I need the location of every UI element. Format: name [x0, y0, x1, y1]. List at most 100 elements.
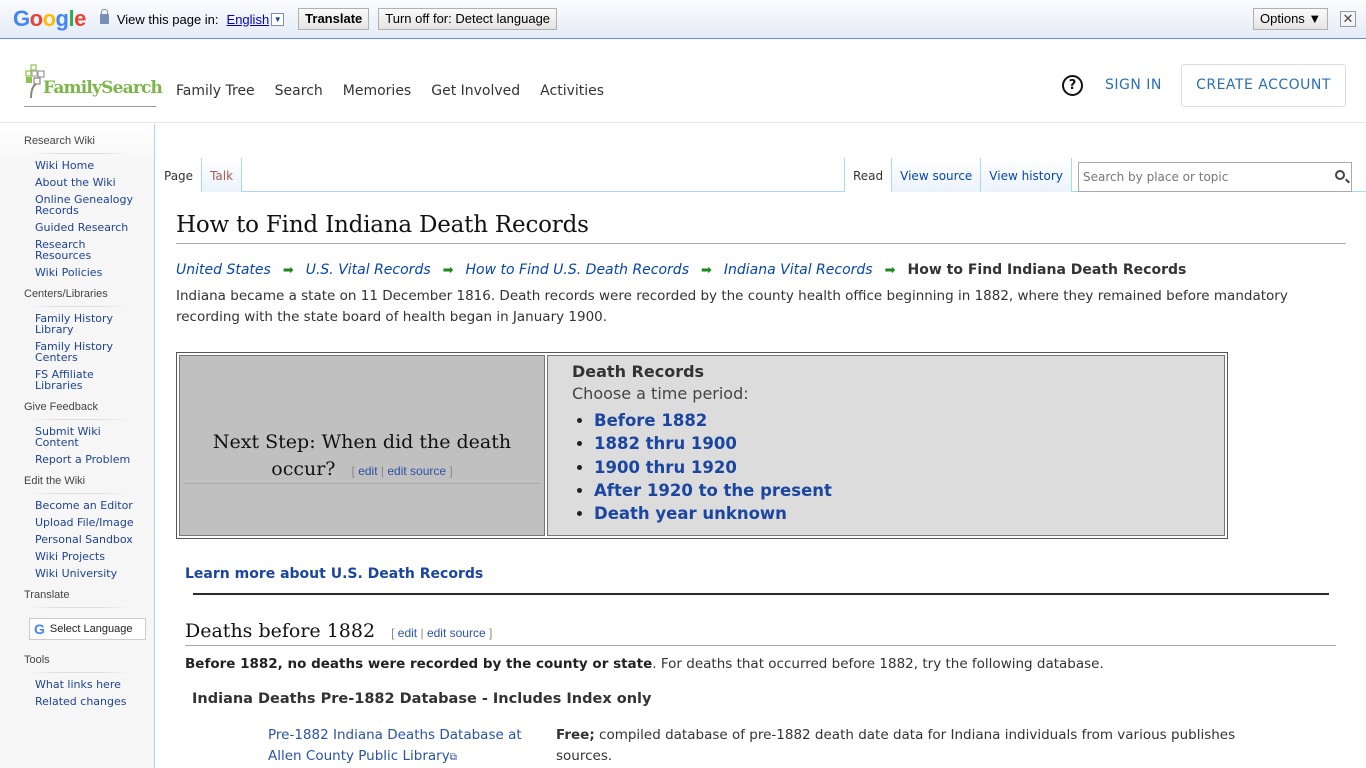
database-link-text[interactable]: Pre-1882 Indiana Deaths Database at Alle… — [268, 727, 522, 764]
breadcrumb-link[interactable]: Indiana Vital Records — [724, 262, 873, 278]
nav-family-tree[interactable]: Family Tree — [176, 83, 255, 99]
learn-more-link[interactable]: Learn more about U.S. Death Records — [185, 566, 483, 582]
site-header: FamilySearch Family Tree Search Memories… — [0, 40, 1366, 123]
select-language-label: Select Language — [49, 623, 133, 635]
search-icon[interactable] — [1335, 170, 1345, 180]
sidebar-heading: Tools — [24, 654, 134, 673]
list-item: 1882 thru 1900 — [594, 432, 1224, 455]
sidebar-item-what-links[interactable]: What links here — [35, 679, 135, 690]
view-tabs: Read View source View history — [844, 158, 1072, 192]
sidebar-item-upload[interactable]: Upload File/Image — [35, 517, 135, 528]
sidebar-item-fhl[interactable]: Family History Library — [35, 313, 135, 335]
section-heading: Deaths before 1882 [ edit | edit source … — [185, 620, 1336, 646]
create-account-button[interactable]: CREATE ACCOUNT — [1181, 64, 1346, 107]
translate-button[interactable]: Translate — [298, 8, 370, 30]
close-icon[interactable]: ✕ — [1340, 11, 1356, 27]
sidebar-item-university[interactable]: Wiki University — [35, 568, 135, 579]
period-link-1900-1920[interactable]: 1900 thru 1920 — [594, 458, 737, 477]
nav-memories[interactable]: Memories — [343, 83, 411, 99]
lock-icon — [99, 9, 109, 24]
sidebar-item-sandbox[interactable]: Personal Sandbox — [35, 534, 135, 545]
breadcrumb-current: How to Find Indiana Death Records — [907, 262, 1187, 278]
nav-get-involved[interactable]: Get Involved — [431, 83, 520, 99]
sidebar-item-about-wiki[interactable]: About the Wiki — [35, 177, 135, 188]
tab-view-history[interactable]: View history — [981, 158, 1072, 192]
search-placeholder: Search by place or topic — [1083, 170, 1229, 184]
sidebar-item-related-changes[interactable]: Related changes — [35, 696, 135, 707]
nav-activities[interactable]: Activities — [540, 83, 604, 99]
sidebar-tools: What links here Related changes — [35, 679, 154, 707]
breadcrumb-link[interactable]: How to Find U.S. Death Records — [466, 262, 689, 278]
sidebar-heading: Centers/Libraries — [24, 288, 134, 307]
time-period-chooser: Next Step: When did the death occur? [ e… — [176, 352, 1228, 539]
sidebar: Research Wiki Wiki Home About the Wiki O… — [0, 124, 155, 768]
sidebar-heading: Edit the Wiki — [24, 475, 134, 494]
sidebar-item-become-editor[interactable]: Become an Editor — [35, 500, 135, 511]
google-g-icon: G — [34, 621, 45, 637]
sidebar-heading: Translate — [24, 589, 134, 608]
sidebar-research-wiki: Wiki Home About the Wiki Online Genealog… — [35, 160, 154, 278]
tab-talk[interactable]: Talk — [202, 158, 243, 192]
wiki-search-input[interactable]: Search by place or topic — [1078, 162, 1352, 192]
sidebar-item-fhc[interactable]: Family History Centers — [35, 341, 135, 363]
tab-page[interactable]: Page — [156, 158, 203, 192]
tab-view-source[interactable]: View source — [892, 158, 982, 192]
intro-paragraph: Indiana became a state on 11 December 18… — [176, 288, 1288, 325]
database-heading: Indiana Deaths Pre-1882 Database - Inclu… — [192, 691, 652, 707]
death-records-panel: Death Records Choose a time period: Befo… — [547, 355, 1225, 536]
section-text: . For deaths that occurred before 1882, … — [652, 656, 1104, 672]
period-link-unknown[interactable]: Death year unknown — [594, 504, 787, 523]
sidebar-item-guided-research[interactable]: Guided Research — [35, 222, 135, 233]
sidebar-item-projects[interactable]: Wiki Projects — [35, 551, 135, 562]
death-records-title: Death Records — [572, 362, 705, 381]
section-bold-text: Before 1882, no deaths were recorded by … — [185, 656, 653, 672]
edit-source-link[interactable]: edit source — [427, 626, 486, 640]
list-item: Death year unknown — [594, 502, 1224, 525]
tab-read[interactable]: Read — [844, 158, 893, 192]
chevron-down-icon[interactable]: ▼ — [271, 12, 285, 26]
turn-off-button[interactable]: Turn off for: Detect language — [378, 8, 558, 30]
period-link-after-1920[interactable]: After 1920 to the present — [594, 481, 832, 500]
nav-search[interactable]: Search — [275, 83, 323, 99]
sidebar-item-report-problem[interactable]: Report a Problem — [35, 454, 135, 465]
breadcrumb-link[interactable]: U.S. Vital Records — [306, 262, 431, 278]
arrow-right-icon: ➡ — [701, 262, 712, 278]
edit-links: [ edit | edit source ] — [341, 464, 453, 478]
choose-period-label: Choose a time period: — [572, 384, 749, 403]
sidebar-item-submit-content[interactable]: Submit Wiki Content — [35, 426, 135, 448]
sidebar-centers: Family History Library Family History Ce… — [35, 313, 154, 391]
logo-text: FamilySearch — [43, 78, 163, 98]
language-select[interactable]: English — [227, 12, 270, 27]
next-step-panel: Next Step: When did the death occur? [ e… — [179, 355, 545, 536]
breadcrumb-link[interactable]: United States — [176, 262, 271, 278]
period-link-1882-1900[interactable]: 1882 thru 1900 — [594, 434, 737, 453]
edit-links: [ edit | edit source ] — [391, 626, 493, 640]
database-row: Pre-1882 Indiana Deaths Database at Alle… — [268, 725, 1366, 768]
sidebar-item-online-records[interactable]: Online Genealogy Records — [35, 194, 135, 216]
arrow-right-icon: ➡ — [442, 262, 454, 278]
namespace-tabs: Page Talk — [156, 158, 243, 192]
divider — [193, 593, 1329, 595]
options-button[interactable]: Options ▼ — [1253, 8, 1329, 30]
edit-source-link[interactable]: edit source — [387, 464, 446, 478]
help-icon[interactable]: ? — [1062, 75, 1083, 96]
list-item: After 1920 to the present — [594, 479, 1224, 502]
article-content: How to Find Indiana Death Records United… — [176, 192, 1346, 764]
sidebar-item-wiki-home[interactable]: Wiki Home — [35, 160, 135, 171]
select-language-dropdown[interactable]: G Select Language — [29, 618, 146, 640]
edit-link[interactable]: edit — [358, 464, 377, 478]
sign-in-link[interactable]: SIGN IN — [1105, 77, 1162, 93]
database-link[interactable]: Pre-1882 Indiana Deaths Database at Alle… — [268, 725, 556, 768]
section-title: Deaths before 1882 — [185, 620, 376, 642]
familysearch-logo[interactable]: FamilySearch — [24, 64, 163, 107]
breadcrumb: United States ➡ U.S. Vital Records ➡ How… — [176, 262, 1346, 278]
view-page-label: View this page in: — [116, 11, 219, 27]
next-step-heading: Next Step: When did the death occur? [ e… — [180, 429, 544, 485]
sidebar-item-affiliate[interactable]: FS Affiliate Libraries — [35, 369, 135, 391]
period-link-before-1882[interactable]: Before 1882 — [594, 411, 707, 430]
sidebar-edit: Become an Editor Upload File/Image Perso… — [35, 500, 154, 579]
edit-link[interactable]: edit — [398, 626, 417, 640]
sidebar-item-research-resources[interactable]: Research Resources — [35, 239, 135, 261]
sidebar-item-wiki-policies[interactable]: Wiki Policies — [35, 267, 135, 278]
external-link-icon: ⧉ — [449, 752, 457, 763]
